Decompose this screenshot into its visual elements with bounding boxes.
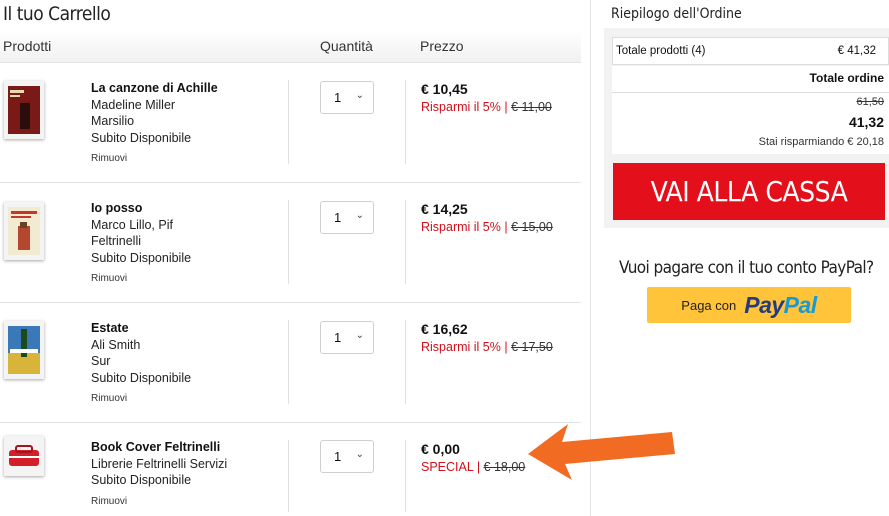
paypal-question: Vuoi pagare con il tuo conto PayPal? — [619, 258, 874, 278]
column-divider — [288, 320, 289, 404]
savings-text: Stai risparmiando € 20,18 — [758, 136, 884, 148]
book-cover-image[interactable] — [4, 321, 44, 379]
column-divider — [405, 320, 406, 404]
order-total-label: Totale ordine — [809, 71, 884, 85]
discount-label: Risparmi il 5% — [421, 100, 501, 114]
products-total-value: € 41,32 — [837, 45, 876, 57]
paypal-button[interactable]: Paga con PayPal — [647, 287, 851, 323]
price-separator: | — [500, 340, 512, 354]
discount-label: SPECIAL — [421, 460, 474, 474]
remove-link[interactable]: Rimuovi — [91, 151, 218, 168]
item-price: € 10,45 — [421, 81, 468, 97]
chevron-down-icon: ⌄ — [355, 90, 364, 101]
price-separator: | — [500, 100, 512, 114]
cart-item: Book Cover Feltrinelli Librerie Feltrine… — [0, 422, 581, 516]
header-products: Prodotti — [3, 38, 52, 54]
column-divider — [288, 80, 289, 164]
column-divider — [288, 440, 289, 512]
discount-label: Risparmi il 5% — [421, 340, 501, 354]
column-divider — [405, 80, 406, 164]
item-publisher: Marsilio — [91, 114, 135, 128]
quantity-select[interactable]: 1 ⌄ — [320, 440, 374, 473]
book-cover-image[interactable] — [4, 436, 44, 476]
item-author[interactable]: Ali Smith — [91, 337, 191, 354]
quantity-value: 1 — [334, 210, 342, 225]
column-divider — [405, 440, 406, 512]
header-quantity: Quantità — [320, 38, 373, 54]
item-publisher: Feltrinelli — [91, 234, 142, 248]
paypal-pay-with-label: Paga con — [681, 297, 737, 313]
item-price: € 14,25 — [421, 201, 468, 217]
quantity-select[interactable]: 1 ⌄ — [320, 81, 374, 114]
item-title[interactable]: Book Cover Feltrinelli — [91, 439, 227, 456]
item-author[interactable]: Librerie Feltrinelli Servizi — [91, 456, 227, 473]
summary-title: Riepilogo dell'Ordine — [611, 6, 742, 22]
item-title[interactable]: La canzone di Achille — [91, 80, 218, 97]
item-title[interactable]: Io posso — [91, 200, 191, 217]
quantity-value: 1 — [334, 449, 342, 464]
remove-link[interactable]: Rimuovi — [91, 494, 227, 511]
products-total-row: Totale prodotti (4) € 41,32 — [612, 37, 889, 65]
quantity-select[interactable]: 1 ⌄ — [320, 201, 374, 234]
item-availability: Subito Disponibile — [91, 473, 192, 487]
book-cover-image[interactable] — [4, 81, 44, 139]
discount-label: Risparmi il 5% — [421, 220, 501, 234]
remove-link[interactable]: Rimuovi — [91, 271, 191, 288]
old-price: € 11,00 — [511, 100, 552, 114]
item-availability: Subito Disponibile — [91, 130, 192, 145]
column-divider — [288, 200, 289, 284]
annotation-arrow-icon — [528, 424, 675, 480]
paypal-logo-pay: Pay — [744, 291, 784, 318]
chevron-down-icon: ⌄ — [355, 449, 364, 460]
order-total-block: Totale ordine 61,50 41,32 Stai risparmia… — [612, 66, 889, 154]
cart-title: Il tuo Carrello — [3, 3, 111, 25]
chevron-down-icon: ⌄ — [355, 210, 364, 221]
cart-header: Prodotti Quantità Prezzo — [0, 30, 581, 63]
products-total-label: Totale prodotti (4) — [616, 45, 706, 57]
column-divider — [405, 200, 406, 284]
cart-item: La canzone di Achille Madeline Miller Ma… — [0, 62, 581, 183]
book-cover-image[interactable] — [4, 202, 44, 260]
cart-section: Il tuo Carrello Prodotti Quantità Prezzo… — [0, 0, 581, 516]
price-separator: | — [473, 460, 484, 474]
quantity-value: 1 — [334, 90, 342, 105]
summary-divider — [612, 92, 889, 93]
item-author[interactable]: Marco Lillo, Pif — [91, 217, 191, 234]
cart-item: Io posso Marco Lillo, Pif Feltrinelli Su… — [0, 182, 581, 303]
quantity-value: 1 — [334, 330, 342, 345]
cart-item: Estate Ali Smith Sur Subito Disponibile … — [0, 302, 581, 423]
quantity-select[interactable]: 1 ⌄ — [320, 321, 374, 354]
item-author[interactable]: Madeline Miller — [91, 97, 218, 114]
item-availability: Subito Disponibile — [91, 370, 192, 385]
price-separator: | — [500, 220, 512, 234]
item-price: € 0,00 — [421, 441, 460, 457]
item-price: € 16,62 — [421, 321, 468, 337]
checkout-button[interactable]: VAI ALLA CASSA — [613, 163, 885, 220]
header-price: Prezzo — [420, 38, 464, 54]
old-price: € 15,00 — [511, 220, 553, 234]
item-availability: Subito Disponibile — [91, 250, 192, 265]
order-total-value: 41,32 — [848, 114, 884, 130]
item-publisher: Sur — [91, 354, 111, 368]
paypal-logo-pal: Pal — [783, 291, 818, 318]
old-price: € 17,50 — [511, 340, 553, 354]
item-title[interactable]: Estate — [91, 320, 191, 337]
remove-link[interactable]: Rimuovi — [91, 391, 191, 408]
old-total: 61,50 — [856, 96, 884, 108]
old-price: € 18,00 — [483, 460, 526, 474]
chevron-down-icon: ⌄ — [355, 330, 364, 341]
paypal-logo: PayPal — [744, 291, 818, 319]
